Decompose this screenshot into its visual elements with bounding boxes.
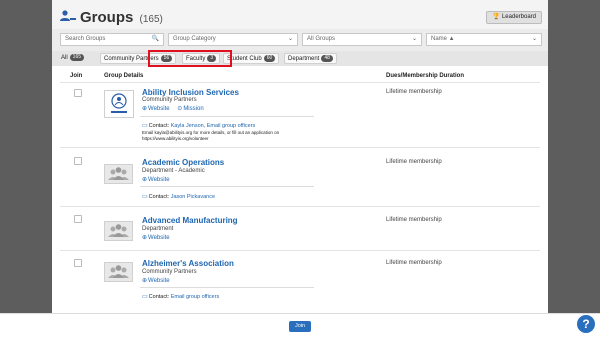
- contact-prefix: Contact:: [148, 194, 170, 200]
- group-avatar: [104, 262, 133, 282]
- search-input[interactable]: Search Groups 🔍: [60, 33, 164, 46]
- website-link[interactable]: Website: [148, 177, 170, 183]
- page-title-text: Groups: [80, 9, 134, 26]
- group-logo: [104, 90, 134, 118]
- join-button[interactable]: Join: [289, 321, 311, 332]
- group-count: (165): [139, 14, 163, 25]
- divider: [60, 82, 540, 83]
- join-checkbox[interactable]: [74, 89, 82, 97]
- group-links: ⊕Website: [142, 234, 170, 241]
- join-checkbox[interactable]: [74, 259, 82, 267]
- column-header-dues: Dues/Membership Duration: [386, 73, 465, 79]
- group-contact: ▭Contact: Jason Pickavance: [142, 193, 215, 200]
- group-name-link[interactable]: Advanced Manufacturing: [142, 216, 238, 225]
- contact-link[interactable]: Kayla Jenson, Email group officers: [171, 123, 256, 129]
- chevron-down-icon: ⌄: [287, 36, 293, 42]
- group-name-link[interactable]: Academic Operations: [142, 158, 224, 167]
- mission-icon: ⊙: [177, 106, 183, 112]
- group-category: Department: [142, 226, 174, 232]
- leaderboard-button[interactable]: 🏆 Leaderboard: [486, 11, 542, 24]
- divider: [140, 186, 314, 187]
- dues-text: Lifetime membership: [386, 89, 442, 95]
- groups-panel: Groups (165) 🏆 Leaderboard Search Groups …: [52, 0, 548, 337]
- group-category: Community Partners: [142, 97, 197, 103]
- sort-select[interactable]: Name ▲ ⌄: [426, 33, 542, 46]
- search-placeholder: Search Groups: [65, 36, 106, 42]
- dues-text: Lifetime membership: [386, 159, 442, 165]
- group-category-select[interactable]: Group Category ⌄: [168, 33, 298, 46]
- ability-inclusion-logo: [111, 93, 127, 113]
- divider: [140, 287, 314, 288]
- tab-all[interactable]: All 165: [58, 53, 87, 64]
- group-avatar: [104, 164, 133, 184]
- group-links: ⊕Website: [142, 176, 170, 183]
- group-contact: ▭Contact: Email group officers: [142, 293, 219, 300]
- tab-count-badge: 60: [263, 55, 276, 62]
- group-contact: ▭Contact: Kayla Jenson, Email group offi…: [142, 122, 255, 129]
- globe-icon: ⊕: [142, 106, 148, 112]
- divider: [60, 206, 540, 207]
- group-note: Email kayla@abilityis.org for more detai…: [142, 130, 280, 141]
- divider: [140, 116, 314, 117]
- globe-icon: ⊕: [142, 177, 148, 183]
- page-title: Groups (165): [80, 9, 163, 26]
- chat-icon: ▭: [142, 294, 148, 300]
- chat-icon: ▭: [142, 123, 148, 129]
- mission-link[interactable]: Mission: [183, 106, 203, 112]
- group-name-link[interactable]: Alzheimer's Association: [142, 259, 234, 268]
- leaderboard-label: Leaderboard: [501, 14, 536, 20]
- all-groups-select[interactable]: All Groups ⌄: [302, 33, 422, 46]
- group-links: ⊕Website ⊙Mission: [142, 105, 204, 112]
- groups-icon: [60, 10, 76, 21]
- tab-label: Student Club: [227, 56, 262, 62]
- divider: [60, 250, 540, 251]
- join-checkbox[interactable]: [74, 215, 82, 223]
- column-header-details: Group Details: [104, 73, 144, 79]
- tab-label: All: [61, 55, 68, 61]
- people-icon: [108, 224, 129, 237]
- search-icon: 🔍: [151, 36, 159, 42]
- divider: [60, 147, 540, 148]
- group-category: Community Partners: [142, 269, 197, 275]
- sort-value: Name ▲: [431, 36, 455, 42]
- tab-label: Department: [288, 56, 320, 62]
- tab-bar: All 165 Community Partners 56 Faculty 3 Stu…: [52, 51, 548, 66]
- contact-link[interactable]: Jason Pickavance: [171, 194, 215, 200]
- all-groups-value: All Groups: [307, 36, 336, 42]
- tab-count-badge: 48: [321, 55, 333, 62]
- globe-icon: ⊕: [142, 278, 148, 284]
- website-link[interactable]: Website: [148, 106, 170, 112]
- join-checkbox[interactable]: [74, 157, 82, 165]
- tab-department[interactable]: Department 48: [284, 53, 337, 64]
- chat-icon: ▭: [142, 194, 148, 200]
- chevron-down-icon: ⌄: [531, 36, 537, 42]
- contact-link[interactable]: Email group officers: [171, 294, 220, 300]
- globe-icon: ⊕: [142, 235, 148, 241]
- help-button[interactable]: ?: [577, 315, 595, 333]
- contact-prefix: Contact:: [148, 123, 170, 129]
- group-category-value: Group Category: [173, 36, 216, 42]
- tab-count-badge: 165: [69, 54, 85, 61]
- dues-text: Lifetime membership: [386, 260, 442, 266]
- group-name-link[interactable]: Ability Inclusion Services: [142, 88, 239, 97]
- people-icon: [108, 167, 129, 180]
- website-link[interactable]: Website: [148, 235, 170, 241]
- group-avatar: [104, 221, 133, 241]
- chevron-down-icon: ⌄: [411, 36, 417, 42]
- website-link[interactable]: Website: [148, 278, 170, 284]
- contact-prefix: Contact:: [148, 294, 170, 300]
- highlight-box: [148, 50, 232, 67]
- group-category: Department - Academic: [142, 168, 205, 174]
- groups-header: Groups (165) 🏆 Leaderboard: [52, 0, 548, 29]
- trophy-icon: 🏆: [492, 14, 500, 20]
- dues-text: Lifetime membership: [386, 217, 442, 223]
- filter-bar: Search Groups 🔍 Group Category ⌄ All Gro…: [52, 29, 548, 51]
- column-header-join: Join: [70, 73, 83, 79]
- group-links: ⊕Website: [142, 277, 170, 284]
- people-icon: [108, 265, 129, 278]
